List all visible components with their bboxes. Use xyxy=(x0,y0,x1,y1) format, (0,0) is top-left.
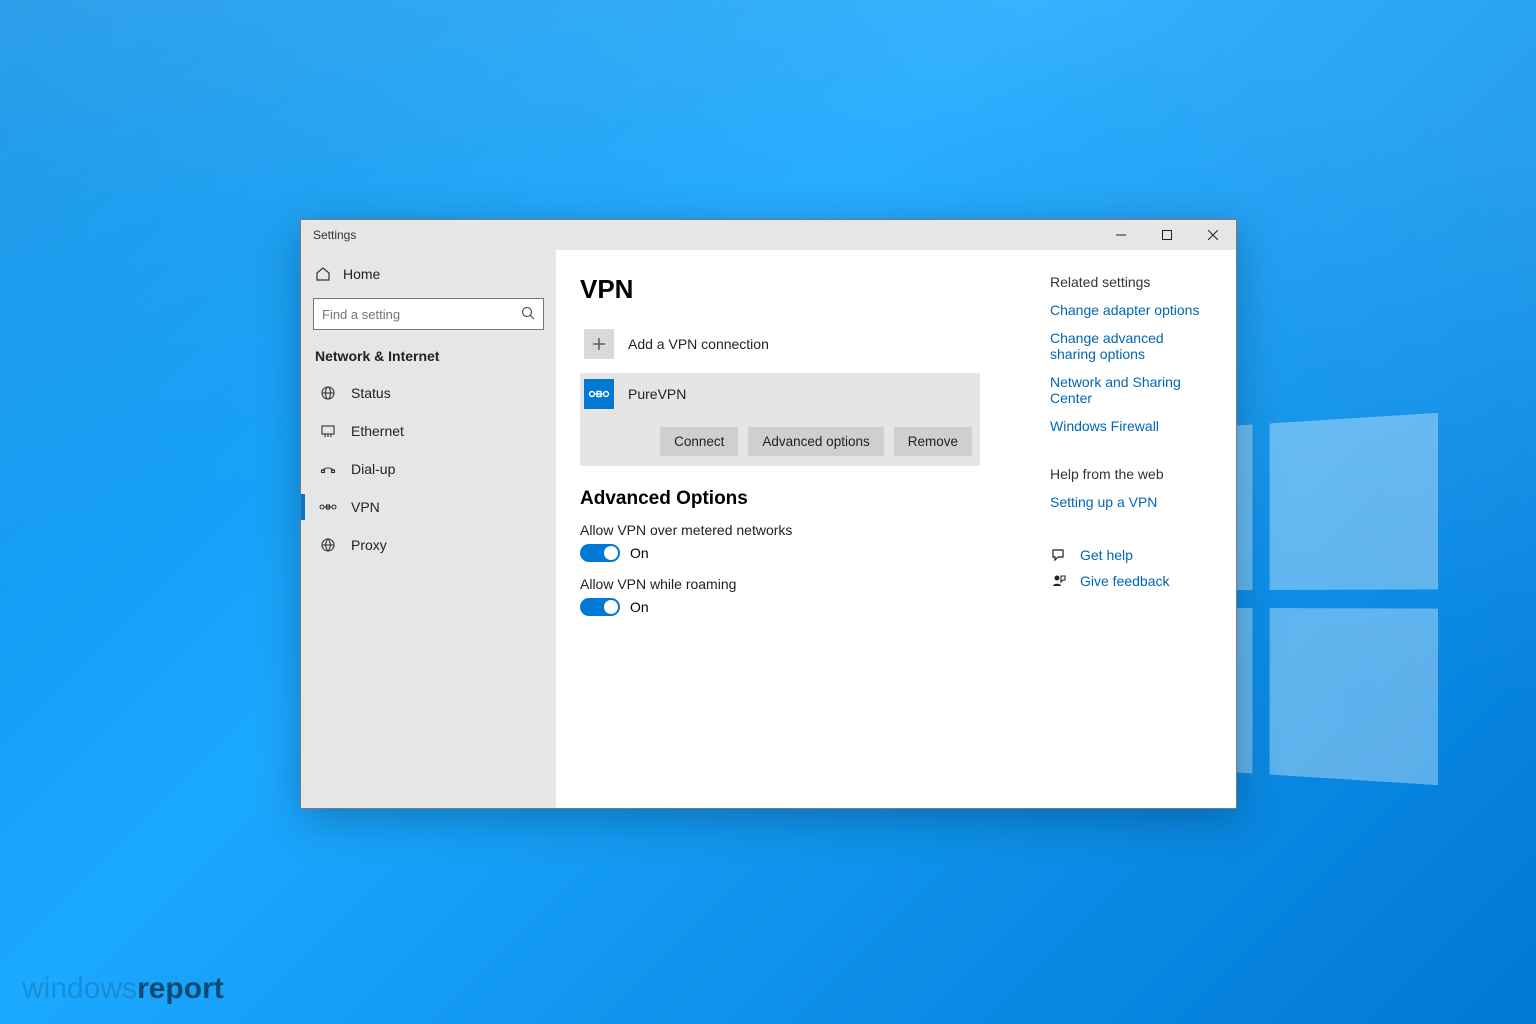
vpn-connection-icon xyxy=(584,379,614,409)
watermark: windowsreport xyxy=(22,972,224,1006)
content-area: VPN Add a VPN connection PureVPN xyxy=(556,250,1236,808)
remove-button[interactable]: Remove xyxy=(894,427,972,456)
webhelp-heading: Help from the web xyxy=(1050,466,1208,482)
get-help-row[interactable]: Get help xyxy=(1050,542,1208,568)
link-windows-firewall[interactable]: Windows Firewall xyxy=(1050,412,1208,440)
dialup-icon xyxy=(319,460,337,478)
give-feedback-link[interactable]: Give feedback xyxy=(1080,573,1170,589)
sidebar-home[interactable]: Home xyxy=(301,256,556,292)
sidebar-item-label: VPN xyxy=(351,499,380,515)
sidebar-item-label: Proxy xyxy=(351,537,387,553)
support-links: Get help Give feedback xyxy=(1050,542,1208,594)
sidebar-home-label: Home xyxy=(343,266,380,282)
option-roaming: Allow VPN while roaming On xyxy=(580,576,980,616)
proxy-icon xyxy=(319,536,337,554)
advanced-options-heading: Advanced Options xyxy=(580,488,980,510)
sidebar-item-label: Status xyxy=(351,385,391,401)
sidebar-item-ethernet[interactable]: Ethernet xyxy=(301,412,556,450)
toggle-metered[interactable] xyxy=(580,544,620,562)
give-feedback-row[interactable]: Give feedback xyxy=(1050,568,1208,594)
sidebar-item-label: Dial-up xyxy=(351,461,395,477)
get-help-icon xyxy=(1050,546,1068,564)
toggle-roaming[interactable] xyxy=(580,598,620,616)
close-button[interactable] xyxy=(1190,220,1236,250)
search-icon xyxy=(521,306,535,323)
sidebar-item-vpn[interactable]: VPN xyxy=(301,488,556,526)
settings-window: Settings Home xyxy=(300,219,1237,809)
sidebar: Home Network & Internet Status xyxy=(301,250,556,808)
advanced-options-button[interactable]: Advanced options xyxy=(748,427,883,456)
search-input[interactable] xyxy=(322,307,521,322)
connect-button[interactable]: Connect xyxy=(660,427,738,456)
option-metered: Allow VPN over metered networks On xyxy=(580,522,980,562)
ethernet-icon xyxy=(319,422,337,440)
option-roaming-label: Allow VPN while roaming xyxy=(580,576,980,592)
sidebar-item-status[interactable]: Status xyxy=(301,374,556,412)
link-sharing-options[interactable]: Change advanced sharing options xyxy=(1050,324,1208,368)
toggle-metered-state: On xyxy=(630,545,649,561)
vpn-connection-row[interactable]: PureVPN xyxy=(580,373,980,415)
home-icon xyxy=(315,266,331,282)
search-box[interactable] xyxy=(313,298,544,330)
sidebar-item-label: Ethernet xyxy=(351,423,404,439)
link-setting-up-vpn[interactable]: Setting up a VPN xyxy=(1050,488,1208,516)
add-vpn-label: Add a VPN connection xyxy=(628,336,769,352)
minimize-button[interactable] xyxy=(1098,220,1144,250)
page-title: VPN xyxy=(580,274,980,305)
maximize-button[interactable] xyxy=(1144,220,1190,250)
vpn-connection-actions: Connect Advanced options Remove xyxy=(580,415,980,466)
window-title: Settings xyxy=(313,228,356,242)
link-network-sharing-center[interactable]: Network and Sharing Center xyxy=(1050,368,1208,412)
plus-icon xyxy=(584,329,614,359)
get-help-link[interactable]: Get help xyxy=(1080,547,1133,563)
sidebar-item-dialup[interactable]: Dial-up xyxy=(301,450,556,488)
add-vpn-row[interactable]: Add a VPN connection xyxy=(580,323,980,365)
sidebar-item-proxy[interactable]: Proxy xyxy=(301,526,556,564)
toggle-roaming-state: On xyxy=(630,599,649,615)
vpn-connection-name: PureVPN xyxy=(628,386,686,402)
link-adapter-options[interactable]: Change adapter options xyxy=(1050,296,1208,324)
related-settings: Related settings Change adapter options … xyxy=(1050,274,1208,440)
sidebar-section-header: Network & Internet xyxy=(301,340,556,374)
title-bar: Settings xyxy=(301,220,1236,250)
option-metered-label: Allow VPN over metered networks xyxy=(580,522,980,538)
vpn-icon xyxy=(319,498,337,516)
status-icon xyxy=(319,384,337,402)
feedback-icon xyxy=(1050,572,1068,590)
related-heading: Related settings xyxy=(1050,274,1208,290)
window-controls xyxy=(1098,220,1236,250)
web-help: Help from the web Setting up a VPN xyxy=(1050,466,1208,516)
